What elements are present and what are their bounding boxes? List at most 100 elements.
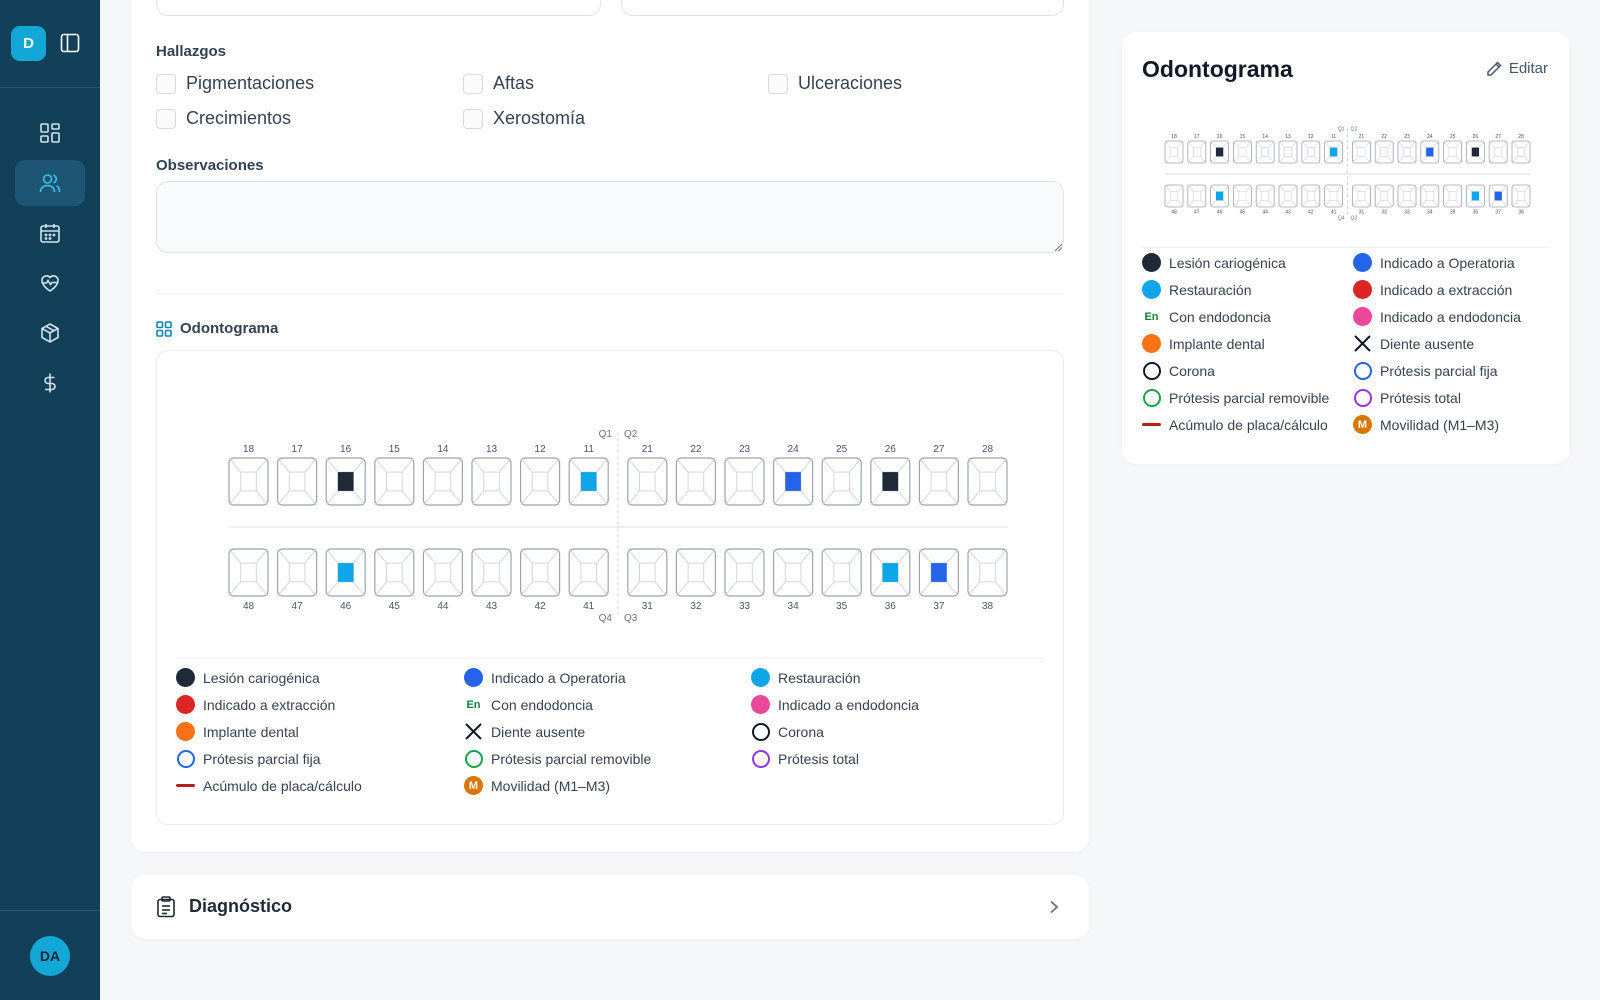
- legend-label: Movilidad (M1–M3): [491, 777, 611, 794]
- observations-label: Observaciones: [156, 157, 264, 174]
- legend-label: Indicado a endodoncia: [1380, 308, 1521, 325]
- top-field-right[interactable]: [621, 0, 1064, 16]
- nav-billing[interactable]: [15, 360, 85, 406]
- legend-badge-icon: M: [1353, 415, 1372, 434]
- legend-ring-icon: [1353, 388, 1372, 407]
- checkbox[interactable]: [768, 73, 788, 94]
- legend-item-operatoria: Indicado a Operatoria: [464, 668, 626, 687]
- calendar-icon: [40, 224, 60, 243]
- summary-legend: Lesión cariogénica Indicado a Operatoria R…: [1122, 32, 1570, 464]
- legend-ring-icon: [1142, 361, 1161, 380]
- legend-bar-icon: [1142, 415, 1161, 434]
- diagnostic-card[interactable]: Diagnóstico: [131, 875, 1089, 939]
- legend-label: Corona: [778, 723, 824, 740]
- top-field-left[interactable]: [156, 0, 601, 16]
- box-icon: [41, 323, 59, 343]
- legend-dot-icon: [176, 695, 195, 714]
- legend-item-pt: Prótesis total: [751, 749, 859, 768]
- resize-handle-icon[interactable]: [1054, 243, 1063, 252]
- legend-dot-icon: [176, 668, 195, 687]
- legend-label: Indicado a extracción: [1380, 281, 1513, 298]
- close-icon: [1353, 334, 1372, 353]
- findings-label: Hallazgos: [156, 43, 227, 60]
- legend-dot-icon: [1353, 280, 1372, 299]
- grid-icon: [156, 320, 172, 337]
- legend-text-icon: En: [1144, 310, 1159, 323]
- nav-calendar[interactable]: [15, 210, 85, 256]
- legend-label: Con endodoncia: [1169, 308, 1271, 325]
- legend-label: Implante dental: [203, 723, 299, 740]
- odontogram-box: 18 17 16 15 14 13 12 11 21 22 23 24 25 26 27 28 48 47 46 45…: [156, 350, 1064, 825]
- nav-health[interactable]: [15, 260, 85, 306]
- finding-label: Xerostomía: [493, 108, 586, 128]
- observations-textarea[interactable]: [156, 181, 1064, 253]
- legend-label: Prótesis parcial fija: [1380, 362, 1498, 379]
- checkbox[interactable]: [156, 108, 176, 129]
- legend-item-endodoncia_con: En Con endodoncia: [1142, 307, 1271, 326]
- legend-dot-icon: [1142, 253, 1161, 272]
- legend-item-ppf: Prótesis parcial fija: [1353, 361, 1498, 380]
- chevron-right-icon[interactable]: [1049, 900, 1059, 914]
- legend-ring-icon: [464, 749, 483, 768]
- user-avatar[interactable]: DA: [30, 936, 70, 976]
- section-divider: [156, 293, 1064, 294]
- legend-item-ausente: Diente ausente: [1353, 334, 1474, 353]
- legend-ring-icon: [1353, 361, 1372, 380]
- legend-label: Prótesis total: [1380, 389, 1461, 406]
- finding-label: Ulceraciones: [798, 73, 903, 93]
- legend-label: Restauración: [778, 669, 861, 686]
- checkbox[interactable]: [156, 73, 176, 94]
- app-logo[interactable]: D: [11, 26, 46, 61]
- legend-item-implante: Implante dental: [1142, 334, 1265, 353]
- finding-aftas[interactable]: Aftas: [463, 73, 534, 94]
- legend-item-ppf: Prótesis parcial fija: [176, 749, 321, 768]
- sidebar-nav: [0, 110, 100, 410]
- legend-label: Prótesis parcial removible: [1169, 389, 1330, 406]
- legend-item-endodoncia_ind: Indicado a endodoncia: [751, 695, 919, 714]
- clipboard-icon: [157, 896, 175, 918]
- legend-label: Implante dental: [1169, 335, 1265, 352]
- legend-dot-icon: [1142, 280, 1161, 299]
- finding-label: Pigmentaciones: [186, 73, 315, 93]
- finding-ulceraciones[interactable]: Ulceraciones: [768, 73, 902, 94]
- finding-xerostomia[interactable]: Xerostomía: [463, 108, 585, 129]
- sidebar: D DA: [0, 0, 100, 1000]
- legend-label: Prótesis parcial fija: [203, 750, 321, 767]
- sidebar-footer: DA: [0, 910, 100, 1000]
- legend-item-movilidad: M Movilidad (M1–M3): [1353, 415, 1499, 434]
- legend-ring-icon: [1142, 388, 1161, 407]
- nav-patients[interactable]: [15, 160, 85, 206]
- legend-divider: [176, 658, 1044, 659]
- grid-icon: [40, 123, 60, 143]
- legend-label: Acúmulo de placa/cálculo: [1169, 416, 1328, 433]
- legend-label: Prótesis parcial removible: [491, 750, 652, 767]
- finding-label: Aftas: [493, 73, 535, 93]
- legend-label: Diente ausente: [1380, 335, 1475, 352]
- checkbox[interactable]: [463, 108, 483, 129]
- legend-dot-icon: [176, 722, 195, 741]
- legend-item-extraccion: Indicado a extracción: [176, 695, 335, 714]
- odontogram-legend: Lesión cariogénica Indicado a Operatoria R…: [157, 351, 1063, 824]
- legend-item-placa: Acúmulo de placa/cálculo: [176, 776, 362, 795]
- legend-dot-icon: [1142, 334, 1161, 353]
- legend-ring-icon: [176, 749, 195, 768]
- odontogram-heading: Odontograma: [156, 320, 278, 337]
- legend-item-ausente: Diente ausente: [464, 722, 585, 741]
- legend-label: Con endodoncia: [491, 696, 593, 713]
- legend-item-lesion: Lesión cariogénica: [176, 668, 320, 687]
- legend-item-implante: Implante dental: [176, 722, 299, 741]
- legend-label: Acúmulo de placa/cálculo: [203, 777, 362, 794]
- diagnostic-title: Diagnóstico: [189, 896, 293, 916]
- finding-crecimientos[interactable]: Crecimientos: [156, 108, 291, 129]
- nav-inventory[interactable]: [15, 310, 85, 356]
- legend-label: Corona: [1169, 362, 1215, 379]
- nav-dashboard[interactable]: [15, 110, 85, 156]
- legend-item-operatoria: Indicado a Operatoria: [1353, 253, 1515, 272]
- legend-label: Restauración: [1169, 281, 1252, 298]
- checkbox[interactable]: [463, 73, 483, 94]
- odontogram-title: Odontograma: [180, 320, 279, 337]
- legend-label: Lesión cariogénica: [203, 669, 320, 686]
- sidebar-toggle-icon[interactable]: [60, 33, 80, 53]
- legend-dot-icon: [751, 695, 770, 714]
- finding-pigmentaciones[interactable]: Pigmentaciones: [156, 73, 314, 94]
